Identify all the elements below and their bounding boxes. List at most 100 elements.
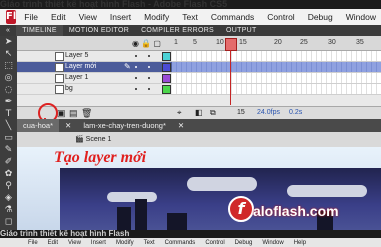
layer-frames[interactable] [172, 62, 381, 72]
lock-dot[interactable] [148, 55, 150, 57]
layer-color-swatch[interactable] [162, 63, 171, 72]
menubar: Fl File Edit View Insert Modify Text Com… [0, 9, 381, 25]
lock-dot[interactable] [148, 77, 150, 79]
layer-color-swatch[interactable] [162, 74, 171, 83]
deco-tool-icon[interactable]: ✿ [0, 168, 17, 180]
pencil-tool-icon[interactable]: ✎ [0, 144, 17, 156]
ruler-mark: 5 [193, 39, 197, 46]
building-silhouette [167, 213, 187, 230]
pen-tool-icon[interactable]: ✒ [0, 96, 17, 108]
layer-frames[interactable] [172, 73, 381, 83]
center-frame-icon[interactable]: ⌖ [177, 108, 182, 118]
menu-window[interactable]: Window [346, 12, 376, 22]
ruler-mark: 25 [300, 39, 308, 46]
scene-breadcrumb[interactable]: 🎬 Scene 1 [17, 132, 381, 147]
layer-frames[interactable] [172, 84, 381, 94]
menu-debug[interactable]: Debug [308, 12, 333, 22]
scene-label: Scene 1 [85, 136, 112, 143]
tab-document-lam-xe[interactable]: lam-xe-chay-tren-duong* [77, 119, 172, 132]
menu-insert[interactable]: Insert [91, 240, 106, 246]
layer-name[interactable]: bg [65, 84, 73, 94]
rectangle-tool-icon[interactable]: ▭ [0, 132, 17, 144]
visibility-dot[interactable] [135, 66, 137, 68]
menu-control[interactable]: Control [267, 12, 294, 22]
subselection-tool-icon[interactable]: ↖ [0, 48, 17, 60]
watermark-text: aloflash.com [253, 203, 339, 219]
paint-bucket-tool-icon[interactable]: ◈ [0, 192, 17, 204]
tab-timeline[interactable]: TIMELINE [16, 25, 63, 36]
layer-row-selected[interactable]: Layer mới ✎ [17, 62, 381, 73]
tab-compiler-errors[interactable]: COMPILER ERRORS [135, 25, 220, 36]
menu-commands[interactable]: Commands [165, 240, 196, 246]
tools-panel: ➤ ↖ ⬚ ◎ ◌ ✒ T ╲ ▭ ✎ ✐ ✿ ⚲ ◈ ⚗ ◻ [0, 36, 18, 247]
delete-layer-icon[interactable]: 🗑 [81, 108, 92, 119]
menu-modify[interactable]: Modify [116, 240, 134, 246]
bone-tool-icon[interactable]: ⚲ [0, 180, 17, 192]
menu-view[interactable]: View [68, 240, 81, 246]
menu-modify[interactable]: Modify [144, 12, 169, 22]
menu-edit[interactable]: Edit [48, 240, 58, 246]
visibility-dot[interactable] [135, 88, 137, 90]
menu-text[interactable]: Text [182, 12, 198, 22]
cloud-shape [187, 177, 257, 191]
current-frame: 15 [237, 109, 245, 116]
frame-rate[interactable]: 24.0fps [257, 109, 280, 116]
layer-row[interactable]: bg [17, 84, 381, 95]
playhead-line [230, 50, 231, 105]
tab-motion-editor[interactable]: MOTION EDITOR [63, 25, 135, 36]
ruler-mark: 15 [239, 39, 247, 46]
menu-window[interactable]: Window [262, 240, 283, 246]
lock-dot[interactable] [148, 88, 150, 90]
menu-file[interactable]: File [24, 12, 38, 22]
close-icon[interactable]: ✕ [172, 119, 190, 132]
layer-name[interactable]: Layer mới [65, 62, 96, 72]
selection-tool-icon[interactable]: ➤ [0, 36, 17, 48]
menu-control[interactable]: Control [205, 240, 224, 246]
layer-frames[interactable] [172, 51, 381, 61]
menu-help[interactable]: Help [294, 240, 306, 246]
tab-document-cua-hoa[interactable]: cua-hoa* [17, 119, 60, 132]
new-layer-icon[interactable]: ▣ [57, 108, 66, 119]
ruler-mark: 10 [216, 39, 224, 46]
eraser-tool-icon[interactable]: ◻ [0, 216, 17, 228]
close-icon[interactable]: ✕ [59, 119, 77, 132]
brush-tool-icon[interactable]: ✐ [0, 156, 17, 168]
bottom-menubar: File Edit View Insert Modify Text Comman… [0, 238, 381, 247]
menu-edit[interactable]: Edit [51, 12, 66, 22]
collapse-arrows-icon[interactable]: « [0, 25, 16, 36]
lock-dot[interactable] [148, 66, 150, 68]
menu-text[interactable]: Text [144, 240, 155, 246]
ruler-mark: 30 [328, 39, 336, 46]
playhead-handle[interactable] [225, 38, 237, 51]
visibility-dot[interactable] [135, 55, 137, 57]
text-tool-icon[interactable]: T [0, 108, 17, 120]
menu-file[interactable]: File [28, 240, 38, 246]
layer-name[interactable]: Layer 1 [65, 73, 88, 83]
menu-insert[interactable]: Insert [110, 12, 131, 22]
elapsed-time[interactable]: 0.2s [289, 109, 302, 116]
line-tool-icon[interactable]: ╲ [0, 120, 17, 132]
layer-color-swatch[interactable] [162, 85, 171, 94]
tab-output[interactable]: OUTPUT [220, 25, 263, 36]
3d-rotation-tool-icon[interactable]: ◎ [0, 72, 17, 84]
document-tabs: cua-hoa* ✕ lam-xe-chay-tren-duong* ✕ [17, 119, 381, 132]
layer-icon [55, 63, 64, 72]
callout-label: Tạo layer mới [54, 149, 147, 166]
ruler-mark: 1 [174, 39, 178, 46]
layer-row[interactable]: Layer 1 [17, 73, 381, 84]
layer-color-swatch[interactable] [162, 52, 171, 61]
menu-commands[interactable]: Commands [211, 12, 254, 22]
onion-skin-icon[interactable]: ◧ [195, 108, 203, 117]
layer-name[interactable]: Layer 5 [65, 51, 88, 61]
eyedropper-tool-icon[interactable]: ⚗ [0, 204, 17, 216]
layer-row[interactable]: Layer 5 [17, 51, 381, 62]
menu-debug[interactable]: Debug [235, 240, 253, 246]
free-transform-tool-icon[interactable]: ⬚ [0, 60, 17, 72]
new-folder-icon[interactable]: ▤ [69, 108, 78, 119]
menu-view[interactable]: View [79, 12, 97, 22]
visibility-dot[interactable] [135, 77, 137, 79]
lasso-tool-icon[interactable]: ◌ [0, 84, 17, 96]
edit-multiple-frames-icon[interactable]: ⧉ [210, 108, 216, 118]
eye-lock-outline-icons[interactable]: ◉ 🔒 ▢ [132, 39, 161, 48]
cloud-shape [107, 192, 157, 202]
